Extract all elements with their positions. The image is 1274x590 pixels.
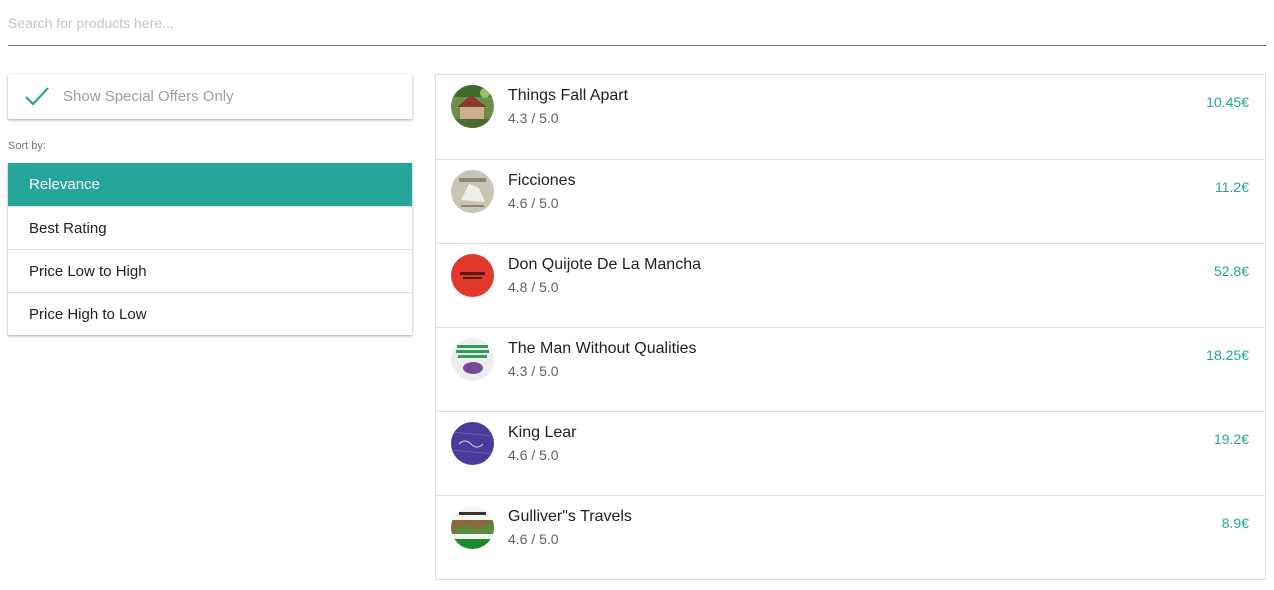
product-list: Things Fall Apart 4.3 / 5.0 10.45€ Ficci… bbox=[435, 74, 1266, 580]
product-rating: 4.6 / 5.0 bbox=[508, 195, 559, 211]
product-title: Ficciones bbox=[508, 172, 576, 189]
product-item[interactable]: Things Fall Apart 4.3 / 5.0 10.45€ bbox=[436, 75, 1265, 159]
product-rating: 4.3 / 5.0 bbox=[508, 110, 559, 126]
book-cover-thumbnail bbox=[451, 170, 494, 213]
product-price: 10.45€ bbox=[1206, 94, 1249, 110]
product-title: King Lear bbox=[508, 424, 577, 441]
product-price: 52.8€ bbox=[1213, 263, 1249, 279]
product-rating: 4.8 / 5.0 bbox=[508, 279, 559, 295]
product-item[interactable]: Ficciones 4.6 / 5.0 11.2€ bbox=[436, 159, 1265, 243]
search-bar bbox=[8, 0, 1266, 46]
search-input[interactable] bbox=[8, 8, 1266, 38]
product-price: 11.2€ bbox=[1215, 179, 1249, 195]
product-price: 19.2€ bbox=[1213, 431, 1249, 447]
sort-option-price-high-low[interactable]: Price High to Low bbox=[8, 292, 412, 335]
book-cover-thumbnail bbox=[451, 422, 494, 465]
product-item[interactable]: King Lear 4.6 / 5.0 19.2€ bbox=[436, 411, 1265, 495]
checkmark-icon bbox=[25, 87, 49, 106]
book-cover-thumbnail bbox=[451, 254, 494, 297]
sort-options-list: Relevance Best Rating Price Low to High … bbox=[8, 163, 412, 335]
product-title: Things Fall Apart bbox=[508, 87, 629, 104]
product-price: 8.9€ bbox=[1221, 515, 1249, 531]
product-title: Don Quijote De La Mancha bbox=[508, 256, 701, 273]
sort-option-price-low-high[interactable]: Price Low to High bbox=[8, 249, 412, 292]
product-item[interactable]: Gulliver"s Travels 4.6 / 5.0 8.9€ bbox=[436, 495, 1265, 579]
product-title: The Man Without Qualities bbox=[508, 340, 697, 357]
product-price: 18.25€ bbox=[1206, 347, 1249, 363]
product-rating: 4.6 / 5.0 bbox=[508, 531, 559, 547]
sort-option-relevance[interactable]: Relevance bbox=[8, 163, 412, 206]
sort-option-best-rating[interactable]: Best Rating bbox=[8, 206, 412, 249]
special-offers-label: Show Special Offers Only bbox=[63, 88, 234, 105]
product-rating: 4.6 / 5.0 bbox=[508, 447, 559, 463]
sort-by-label: Sort by: bbox=[8, 140, 46, 152]
book-cover-thumbnail bbox=[451, 85, 494, 128]
product-rating: 4.3 / 5.0 bbox=[508, 363, 559, 379]
product-title: Gulliver"s Travels bbox=[508, 508, 632, 525]
product-item[interactable]: Don Quijote De La Mancha 4.8 / 5.0 52.8€ bbox=[436, 243, 1265, 327]
product-item[interactable]: The Man Without Qualities 4.3 / 5.0 18.2… bbox=[436, 327, 1265, 411]
book-cover-thumbnail bbox=[451, 506, 494, 549]
special-offers-toggle[interactable]: Show Special Offers Only bbox=[8, 74, 412, 119]
book-cover-thumbnail bbox=[451, 338, 494, 381]
